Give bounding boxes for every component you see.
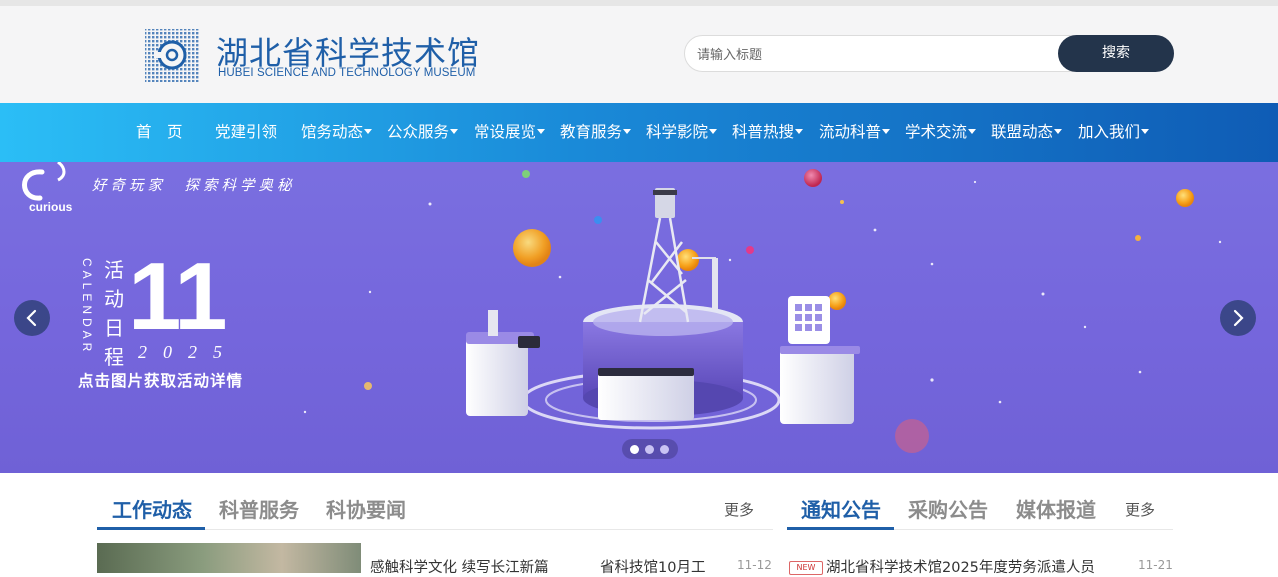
banner-brand: curious [29, 200, 73, 214]
active-tab-underline [787, 527, 894, 530]
tab-notices[interactable]: 通知公告 [801, 494, 881, 523]
carousel-dot[interactable] [645, 445, 654, 454]
nav-label: 党建引领 [215, 123, 278, 141]
main-nav: 首 页 党建引领 馆务动态 公众服务 常设展览 教育服务 科学影院 科普热搜 流… [0, 103, 1278, 162]
caret-down-icon [537, 128, 546, 134]
nav-item-public-service[interactable]: 公众服务 [387, 103, 459, 162]
tab-science-service[interactable]: 科普服务 [219, 494, 299, 523]
nav-item-join-us[interactable]: 加入我们 [1078, 103, 1150, 162]
search-input[interactable] [695, 44, 1049, 66]
search-box: 搜索 [684, 35, 1174, 72]
museum-logo-icon[interactable] [144, 28, 200, 83]
nav-label: 馆务动态 [301, 123, 364, 141]
caret-down-icon [968, 128, 977, 134]
caret-down-icon [623, 128, 632, 134]
banner-cta[interactable]: 点击图片获取活动详情 [78, 369, 243, 391]
more-link[interactable]: 更多 [1125, 499, 1155, 520]
new-badge: NEW [789, 561, 823, 575]
news-title-secondary[interactable]: 省科技馆10月工 [600, 556, 720, 577]
active-tab-underline [97, 527, 205, 530]
logo-title-en: HUBEI SCIENCE AND TECHNOLOGY MUSEUM [218, 67, 476, 79]
caret-down-icon [364, 128, 373, 134]
chevron-left-icon [26, 309, 37, 327]
nav-item-home[interactable]: 首 页 [136, 103, 183, 162]
caret-down-icon [450, 128, 459, 134]
chevron-right-icon [1233, 309, 1244, 327]
hero-carousel[interactable]: 好奇玩家 探索科学奥秘 curious CALENDAR 活动日程 11 202… [0, 162, 1278, 473]
nav-item-hot-search[interactable]: 科普热搜 [732, 103, 804, 162]
carousel-dot[interactable] [630, 445, 639, 454]
nav-label: 教育服务 [560, 123, 623, 141]
nav-item-party[interactable]: 党建引领 [215, 103, 277, 162]
banner-month: 11 [128, 243, 227, 350]
caret-down-icon [795, 128, 804, 134]
banner-calendar-label: CALENDAR [80, 258, 94, 356]
search-button[interactable]: 搜索 [1058, 35, 1174, 72]
tab-procurement[interactable]: 采购公告 [908, 494, 988, 523]
nav-label: 科普热搜 [732, 123, 795, 141]
nav-label: 联盟动态 [991, 123, 1054, 141]
caret-down-icon [882, 128, 891, 134]
nav-item-cinema[interactable]: 科学影院 [646, 103, 718, 162]
notice-date: 11-21 [1138, 558, 1173, 572]
nav-item-alliance[interactable]: 联盟动态 [991, 103, 1063, 162]
notice-title[interactable]: 湖北省科学技术馆2025年度劳务派遣人员 [826, 556, 1116, 577]
caret-down-icon [1054, 128, 1063, 134]
nav-label: 首 页 [136, 123, 183, 141]
carousel-prev-button[interactable] [14, 300, 50, 336]
news-tabs-right: 通知公告 采购公告 媒体报道 更多 [787, 485, 1173, 530]
carousel-indicators [622, 439, 678, 459]
nav-label: 公众服务 [387, 123, 450, 141]
nav-label: 常设展览 [474, 123, 537, 141]
header: 湖北省科学技术馆 HUBEI SCIENCE AND TECHNOLOGY MU… [0, 6, 1278, 103]
banner-activity-title: 活动日程 [104, 258, 124, 369]
news-title[interactable]: 感触科学文化 续写长江新篇 [370, 556, 580, 577]
carousel-next-button[interactable] [1220, 300, 1256, 336]
nav-label: 科学影院 [646, 123, 709, 141]
more-link[interactable]: 更多 [724, 499, 754, 520]
caret-down-icon [709, 128, 718, 134]
nav-label: 流动科普 [819, 123, 882, 141]
nav-item-exhibitions[interactable]: 常设展览 [474, 103, 546, 162]
banner-slogan: 好奇玩家 探索科学奥秘 [92, 178, 296, 194]
nav-item-news[interactable]: 馆务动态 [301, 103, 373, 162]
tab-media[interactable]: 媒体报道 [1016, 494, 1096, 523]
news-tabs-left: 工作动态 科普服务 科协要闻 更多 [97, 485, 773, 530]
news-date: 11-12 [737, 558, 772, 572]
nav-item-education[interactable]: 教育服务 [560, 103, 632, 162]
nav-item-mobile-science[interactable]: 流动科普 [819, 103, 891, 162]
tab-work-news[interactable]: 工作动态 [112, 494, 192, 523]
carousel-dot[interactable] [660, 445, 669, 454]
nav-label: 加入我们 [1078, 123, 1141, 141]
caret-down-icon [1141, 128, 1150, 134]
banner-year: 2025 [138, 342, 238, 362]
nav-label: 学术交流 [905, 123, 968, 141]
nav-item-academic[interactable]: 学术交流 [905, 103, 977, 162]
tab-association-news[interactable]: 科协要闻 [326, 494, 406, 523]
